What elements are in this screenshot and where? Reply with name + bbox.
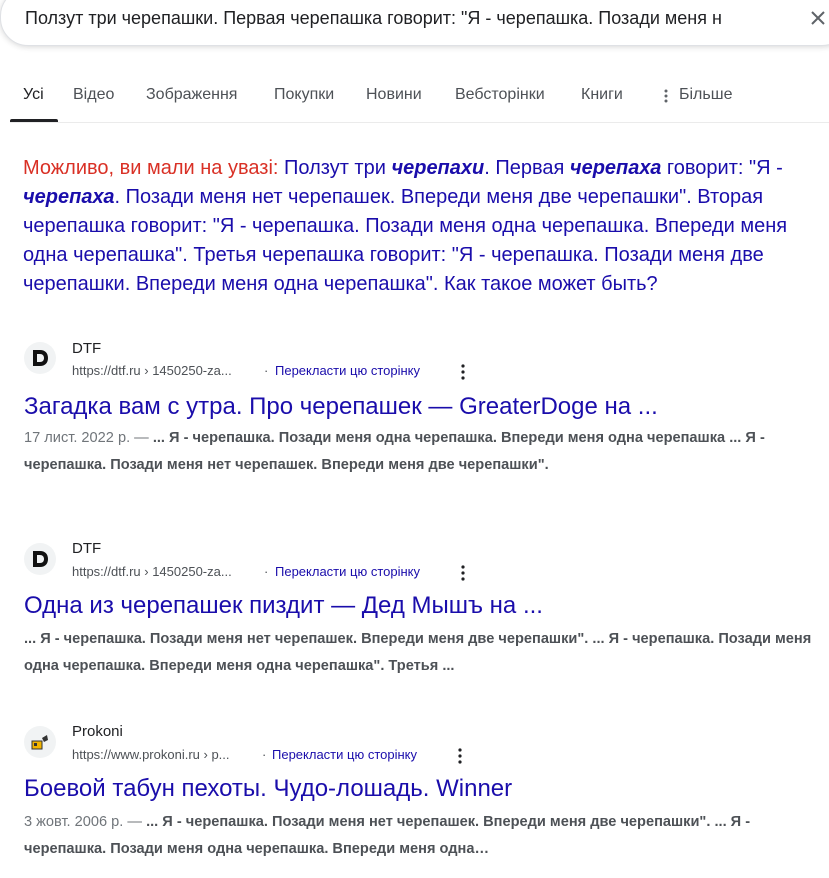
result-snippet: 17 лист. 2022 р. — ... Я - черепашка. По… [24, 425, 814, 479]
result-snippet: ... Я - черепашка. Позади меня нет череп… [24, 626, 814, 680]
result-title-link[interactable]: Загадка вам с утра. Про черепашек — Grea… [24, 392, 658, 422]
more-options-icon[interactable] [460, 363, 466, 381]
search-tabs: Усі Відео Зображення Покупки Новини Вебс… [0, 84, 829, 122]
tabs-divider [10, 122, 829, 123]
more-options-icon[interactable] [457, 747, 463, 765]
tab-news[interactable]: Новини [366, 84, 422, 106]
dtf-logo-icon [24, 543, 56, 575]
result-snippet-text: ... Я - черепашка. Позади меня нет череп… [24, 631, 812, 674]
suggestion-correction: черепаха [569, 157, 662, 179]
tab-video[interactable]: Відео [73, 84, 114, 106]
translate-page-link[interactable]: Перекласти цю сторінку [272, 746, 417, 764]
tab-more[interactable]: Більше [679, 84, 732, 106]
result-url[interactable]: https://www.prokoni.ru › p... [72, 746, 230, 764]
search-box[interactable]: Ползут три черепашки. Первая черепашка г… [0, 0, 829, 46]
dtf-logo-icon [24, 342, 56, 374]
result-site-name: DTF [72, 340, 102, 357]
tab-shopping[interactable]: Покупки [274, 84, 334, 106]
suggestion-correction: черепаха [23, 186, 115, 208]
result-url[interactable]: https://dtf.ru › 1450250-za... [72, 563, 232, 581]
separator-dot: · [264, 363, 269, 378]
tab-images[interactable]: Зображення [146, 84, 237, 106]
suggestion-text: . Первая [484, 157, 570, 179]
result-site-name: DTF [72, 540, 102, 557]
result-title-link[interactable]: Одна из черепашек пиздит — Дед Мышъ на .… [24, 591, 543, 621]
search-input[interactable]: Ползут три черепашки. Первая черепашка г… [25, 6, 805, 30]
suggestion-text: . Позади меня нет черепашек. Впереди мен… [23, 186, 788, 295]
search-results-page: Ползут три черепашки. Первая черепашка г… [0, 0, 829, 878]
suggestion-text: Ползут три [278, 157, 392, 179]
result-url[interactable]: https://dtf.ru › 1450250-za... [72, 362, 232, 380]
tab-all[interactable]: Усі [23, 84, 44, 106]
suggestion-correction: черепахи [391, 157, 485, 179]
suggestion-lead: Можливо, ви мали на увазі: [23, 157, 279, 179]
translate-page-link[interactable]: Перекласти цю сторінку [275, 563, 420, 581]
result-title-link[interactable]: Боевой табун пехоты. Чудо-лошадь. Winner [24, 774, 512, 804]
separator-dot: · [262, 747, 267, 762]
separator-dot: · [264, 564, 269, 579]
tab-web[interactable]: Вебсторінки [455, 84, 545, 106]
result-date: 17 лист. 2022 р. — [24, 430, 153, 446]
more-vert-icon[interactable] [660, 88, 672, 104]
prokoni-logo-icon [24, 726, 56, 758]
spelling-suggestion: Можливо, ви мали на увазі: Ползут три че… [23, 154, 829, 299]
result-site-name: Prokoni [72, 723, 123, 740]
suggestion-text: говорит: "Я - [661, 157, 783, 179]
close-icon[interactable] [809, 9, 827, 27]
result-snippet: 3 жовт. 2006 р. — ... Я - черепашка. Поз… [24, 809, 784, 863]
result-date: 3 жовт. 2006 р. — [24, 814, 147, 830]
translate-page-link[interactable]: Перекласти цю сторінку [275, 362, 420, 380]
tab-books[interactable]: Книги [581, 84, 623, 106]
more-options-icon[interactable] [460, 564, 466, 582]
